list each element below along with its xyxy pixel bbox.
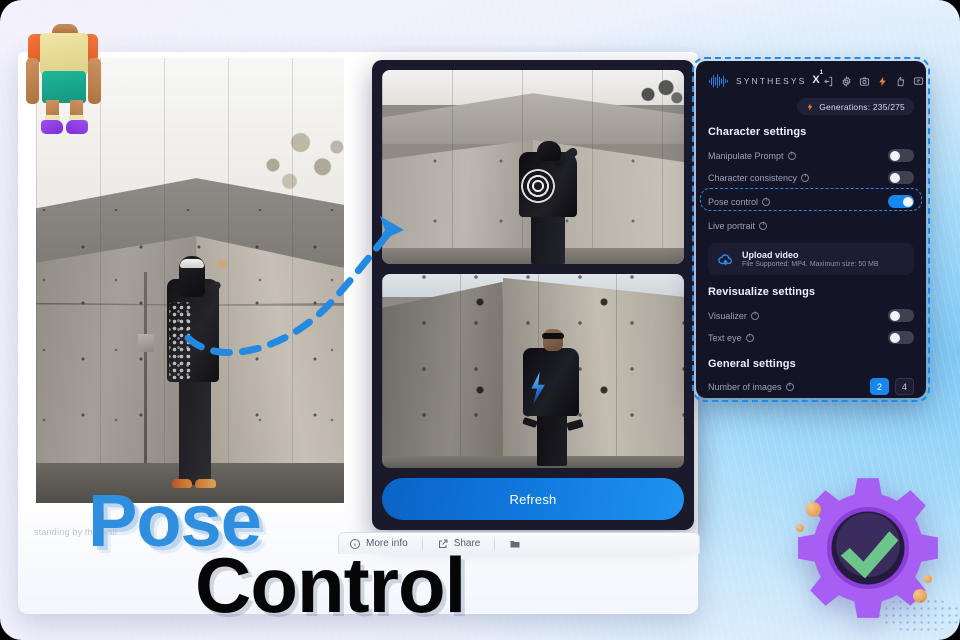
folder-icon [510, 540, 520, 547]
option-label-wrap: Number of images [708, 382, 794, 392]
chat-bubble-icon[interactable] [913, 76, 924, 87]
option-label: Number of images [708, 381, 782, 392]
toggle-text-eye[interactable] [888, 331, 914, 344]
option-label-wrap: Visualizer [708, 311, 759, 321]
section-title-general-settings: General settings [708, 358, 796, 370]
info-circle-icon[interactable] [801, 173, 810, 182]
option-label-wrap: Text eye [708, 333, 754, 343]
upload-title: Upload video [742, 250, 799, 260]
cloud-upload-icon [718, 253, 732, 265]
camera-icon[interactable] [859, 76, 870, 87]
dialog-header-icons [823, 75, 926, 87]
decorative-orb [924, 575, 932, 583]
option-label: Visualizer [708, 310, 747, 321]
section-title-character-settings: Character settings [708, 126, 807, 138]
info-circle-icon[interactable] [762, 197, 771, 206]
generations-badge: Generations: 235/275 [797, 98, 914, 115]
option-label-wrap: Live portrait [708, 220, 768, 231]
dialog-header: SYNTHESYS X1 [708, 70, 924, 89]
option-label: Text eye [708, 332, 742, 343]
number-of-images-row: Number of images 2 4 [708, 378, 914, 395]
photo-subject-person [159, 227, 233, 489]
number-of-images-options: 2 4 [870, 378, 914, 395]
info-circle-icon[interactable] [750, 311, 759, 320]
option-row-pose-control-highlighted: Pose control [700, 188, 922, 213]
option-label: Live portrait [708, 220, 756, 231]
number-of-images-option-4[interactable]: 4 [895, 378, 914, 395]
number-of-images-option-2[interactable]: 2 [870, 378, 889, 395]
upload-video-dropzone[interactable]: Upload video File Supported: MP4. Maximu… [708, 243, 914, 275]
toggle-visualizer[interactable] [888, 309, 914, 322]
info-circle-icon[interactable] [785, 382, 794, 391]
preview-2-subject [521, 311, 585, 467]
lightning-icon[interactable] [877, 76, 888, 87]
info-circle-icon[interactable] [745, 333, 754, 342]
toggle-character-consistency[interactable] [888, 171, 914, 184]
upload-text-wrap: Upload video File Supported: MP4. Maximu… [742, 250, 879, 268]
preview-panel: Refresh [372, 60, 694, 530]
option-label: Pose control [708, 196, 759, 207]
decorative-dot-field [876, 598, 960, 632]
screenshot-root: standing by the wall Refresh More info S… [0, 0, 960, 640]
generations-row: Generations: 235/275 [708, 98, 914, 115]
option-row-text-eye: Text eye [708, 328, 914, 347]
preview-1-subject [515, 124, 585, 264]
decorative-orb [806, 502, 821, 517]
toy-character-figure [14, 8, 122, 134]
settings-dialog: SYNTHESYS X1 Generations: 235/275 Charac… [696, 61, 926, 398]
refresh-button[interactable]: Refresh [382, 478, 684, 520]
option-label: Character consistency [708, 172, 798, 183]
toolbar-divider [494, 537, 496, 550]
option-label: Manipulate Prompt [708, 150, 784, 161]
option-label-wrap: Manipulate Prompt [708, 151, 796, 161]
login-arrow-icon[interactable] [823, 76, 834, 87]
option-row-character-consistency: Character consistency [708, 168, 914, 187]
option-label-wrap: Pose control [708, 196, 771, 207]
option-row-manipulate-prompt: Manipulate Prompt [708, 146, 914, 165]
preview-image-1[interactable] [382, 70, 684, 264]
toolbar-item-folder[interactable] [509, 538, 526, 550]
thumbs-up-icon[interactable] [895, 76, 906, 87]
generations-label: Generations: 235/275 [819, 101, 905, 112]
toggle-pose-control[interactable] [888, 195, 914, 208]
audio-waveform-icon [708, 73, 729, 89]
lightning-icon [807, 103, 813, 110]
option-label-wrap: Character consistency [708, 172, 810, 183]
info-circle-icon[interactable] [759, 221, 768, 230]
headline-control: Control [195, 541, 466, 629]
brand-name: SYNTHESYS [736, 76, 807, 86]
info-circle-icon[interactable] [787, 151, 796, 160]
section-title-revisualize-settings: Revisualize settings [708, 286, 816, 298]
toggle-manipulate-prompt[interactable] [888, 149, 914, 162]
upload-subtitle: File Supported: MP4. Maximum size: 50 MB [742, 261, 879, 268]
brand-logo: SYNTHESYS X1 [708, 70, 824, 89]
brand-suffix: X1 [812, 70, 824, 86]
option-row-pose-control: Pose control [708, 192, 914, 211]
option-row-visualizer: Visualizer [708, 306, 914, 325]
preview-image-2[interactable] [382, 274, 684, 468]
option-row-live-portrait: Live portrait [708, 216, 914, 235]
decorative-orb [796, 524, 804, 532]
gear-icon[interactable] [841, 75, 852, 87]
